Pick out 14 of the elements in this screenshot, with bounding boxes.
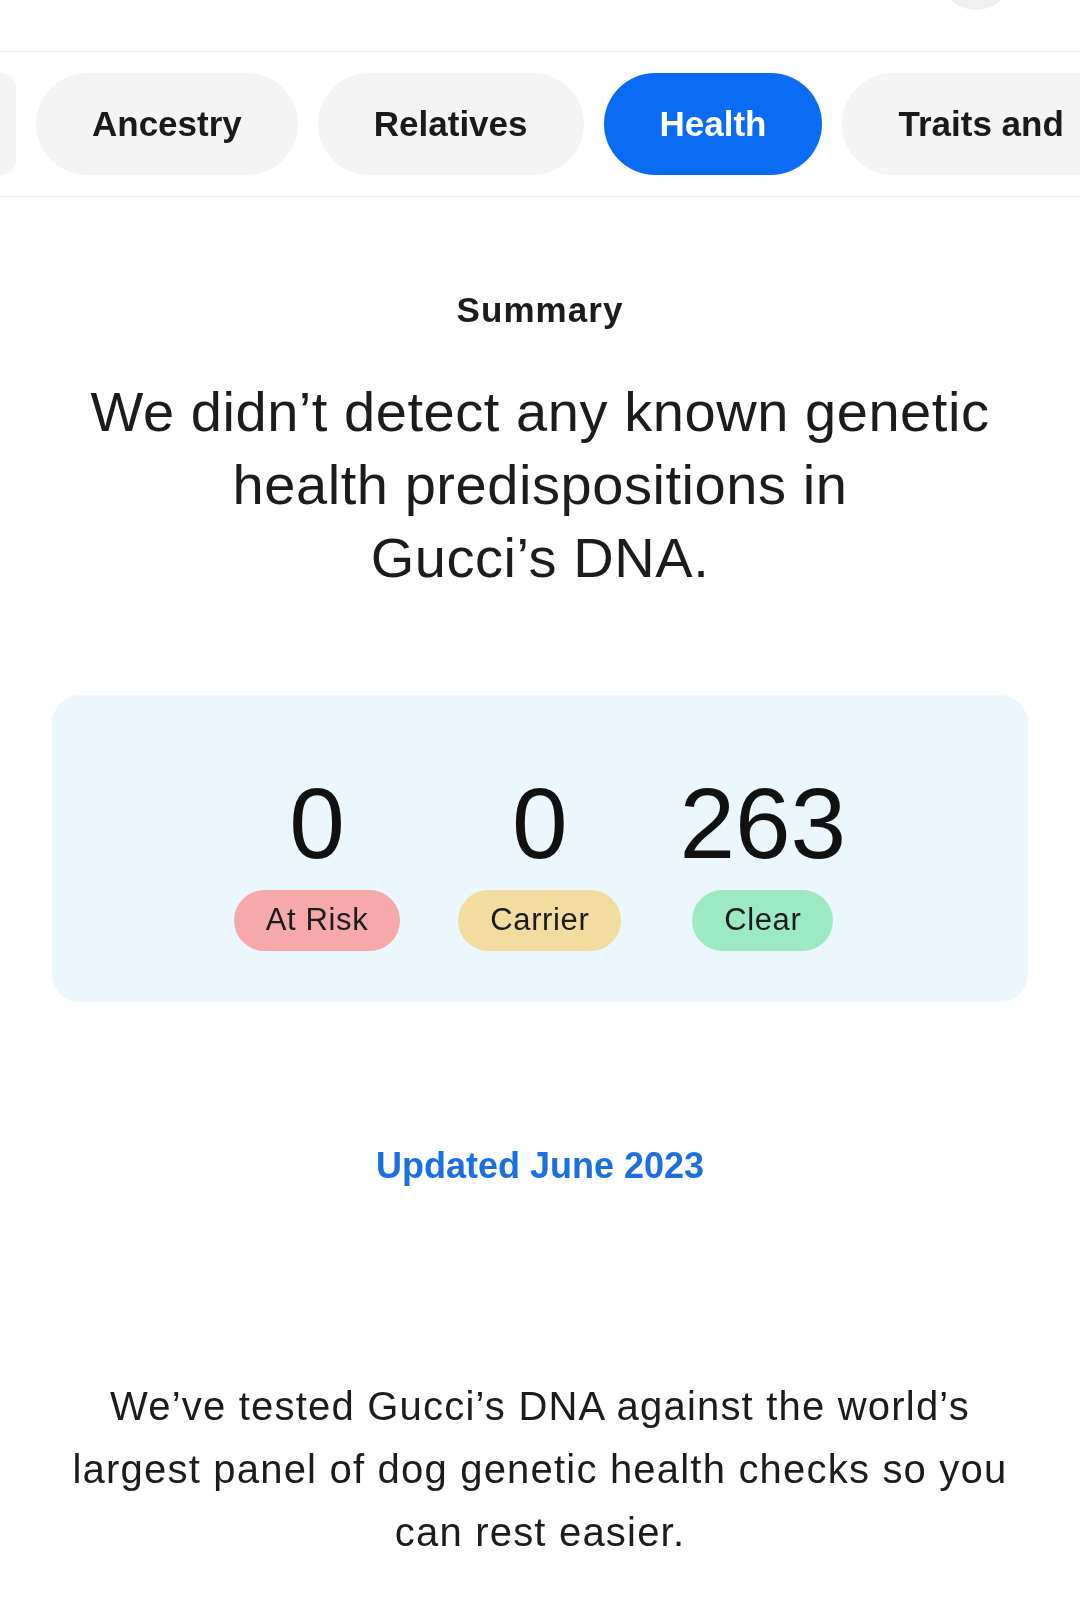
count-number: 263 (679, 773, 847, 873)
count-number: 0 (512, 773, 568, 873)
tab[interactable]: Relatives (317, 73, 584, 175)
section-title: Summary (456, 289, 624, 331)
status-tag: Clear (692, 890, 834, 951)
updated-link[interactable]: Updated June 2023 (375, 1144, 705, 1188)
summary-headline: We didn’t detect any known genetic health predispositions in Gucci’s DNA. (90, 379, 990, 591)
status-tag: Carrier (458, 890, 622, 951)
body-text: We’ve tested Gucci’s DNA against the world’s largest panel of dog genetic health checks so you can rest easier. (72, 1383, 1008, 1556)
tab[interactable]: Ancestry (36, 73, 298, 175)
tab[interactable]: Traits and (842, 73, 1080, 175)
status-tag: At Risk (233, 890, 401, 951)
tab[interactable]: Health (603, 73, 823, 175)
count-number: 0 (289, 773, 345, 873)
